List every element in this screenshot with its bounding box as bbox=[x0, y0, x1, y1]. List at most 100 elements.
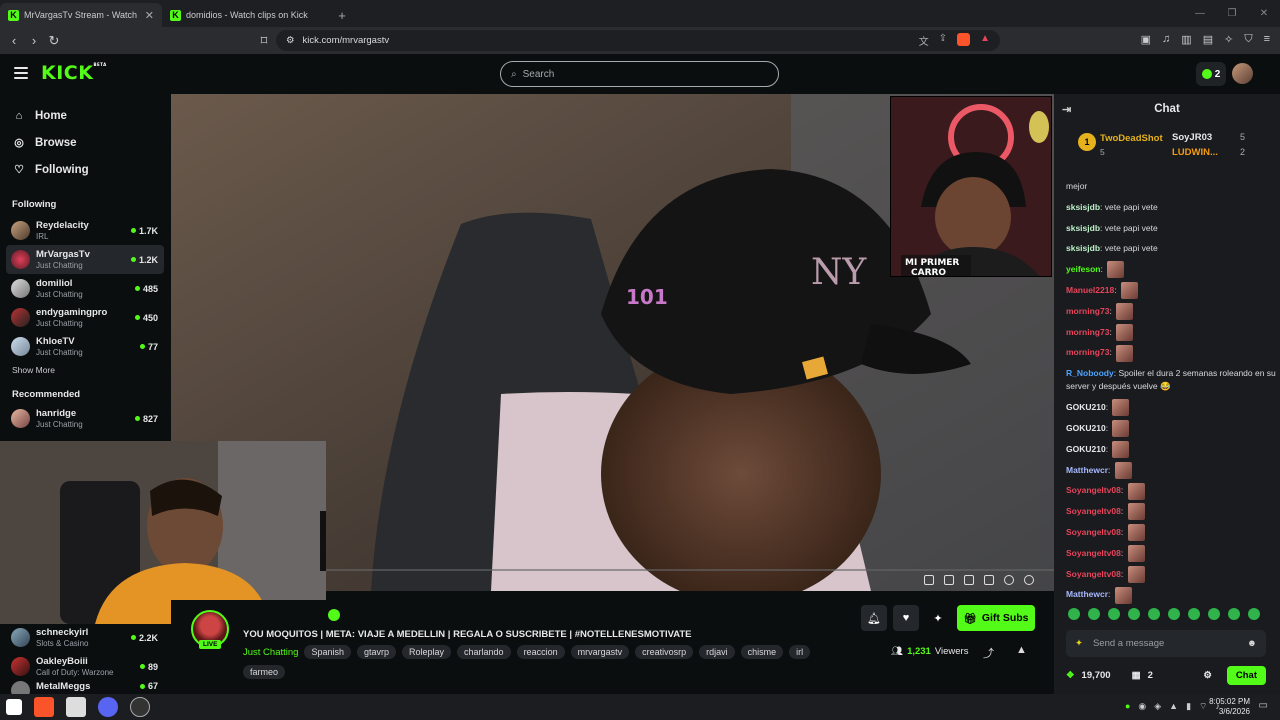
tray-icon[interactable]: ● bbox=[1125, 701, 1130, 712]
sidebar-toggle-icon[interactable]: ▥ bbox=[1181, 33, 1191, 46]
emoji-picker-icon[interactable]: ☻ bbox=[1247, 638, 1257, 649]
close-window-icon[interactable]: ✕ bbox=[1248, 0, 1280, 26]
windows-start-icon[interactable] bbox=[6, 699, 22, 715]
chat-username[interactable]: yeifeson bbox=[1066, 264, 1101, 274]
stream-tag[interactable]: charlando bbox=[457, 645, 511, 659]
kick-logo[interactable]: KICKBETA bbox=[41, 62, 107, 84]
brave-icon[interactable] bbox=[34, 697, 54, 717]
file-explorer-icon[interactable] bbox=[66, 697, 86, 717]
nav-following[interactable]: ♡ Following bbox=[0, 156, 170, 183]
kicks-balance[interactable]: 2 bbox=[1196, 62, 1226, 86]
sidebar-channel[interactable]: KhloeTV Just Chatting 77 bbox=[0, 332, 170, 361]
discord-icon[interactable] bbox=[98, 697, 118, 717]
chat-username[interactable]: Soyangeltv08 bbox=[1066, 527, 1121, 537]
forward-icon[interactable]: › bbox=[24, 33, 44, 48]
chat-username[interactable]: Soyangeltv08 bbox=[1066, 569, 1121, 579]
theater-icon[interactable] bbox=[964, 575, 974, 585]
sidebar-channel[interactable]: domiliol Just Chatting 485 bbox=[0, 274, 170, 303]
emote-icon[interactable] bbox=[1148, 608, 1160, 620]
emote-icon[interactable] bbox=[1228, 608, 1240, 620]
points-balance[interactable]: 19,700 bbox=[1082, 670, 1111, 681]
sidebar-channel[interactable]: schneckyirl Slots & Casino 2.2K bbox=[0, 623, 170, 652]
emote-icon[interactable] bbox=[1248, 608, 1260, 620]
nav-home[interactable]: ⌂ Home bbox=[0, 102, 170, 129]
chat-emote-icon[interactable] bbox=[1114, 461, 1132, 479]
chat-username[interactable]: GOKU210 bbox=[1066, 402, 1106, 412]
menu-icon[interactable] bbox=[14, 67, 28, 79]
chat-emote-icon[interactable] bbox=[1114, 586, 1132, 604]
chat-username[interactable]: sksisjdb bbox=[1066, 202, 1100, 212]
leader-name[interactable]: SoyJR03 bbox=[1172, 132, 1212, 143]
chat-username[interactable]: Matthewcr bbox=[1066, 465, 1108, 475]
share-icon[interactable]: ⇪ bbox=[939, 33, 947, 48]
chat-emote-icon[interactable] bbox=[1112, 441, 1130, 459]
emote-icon[interactable] bbox=[1068, 608, 1080, 620]
stream-tag[interactable]: reaccion bbox=[516, 645, 565, 659]
reload-icon[interactable]: ↻ bbox=[44, 33, 64, 49]
chat-emote-icon[interactable] bbox=[1107, 261, 1125, 279]
chat-emote-icon[interactable] bbox=[1127, 503, 1145, 521]
menu-icon[interactable]: ≡ bbox=[1264, 33, 1270, 46]
maximize-icon[interactable]: ❐ bbox=[1216, 0, 1248, 26]
chat-username[interactable]: GOKU210 bbox=[1066, 444, 1106, 454]
chat-emote-icon[interactable] bbox=[1120, 282, 1138, 300]
leader-name[interactable]: LUDWIN... bbox=[1172, 147, 1218, 158]
chat-settings-icon[interactable]: ⚙ bbox=[1203, 670, 1212, 681]
screenshot-icon[interactable]: ▣ bbox=[1141, 33, 1151, 46]
miniplayer-icon[interactable] bbox=[944, 575, 954, 585]
stream-tag[interactable]: rdjavi bbox=[699, 645, 735, 659]
fullscreen-icon[interactable] bbox=[984, 575, 994, 585]
bookmark-icon[interactable]: ⌑ bbox=[254, 33, 274, 49]
tray-icon[interactable]: ▲ bbox=[1169, 701, 1178, 712]
chat-username[interactable]: Soyangeltv08 bbox=[1066, 548, 1121, 558]
emote-icon[interactable] bbox=[1188, 608, 1200, 620]
notifications-icon[interactable]: ▭ bbox=[1259, 700, 1268, 711]
chat-username[interactable]: sksisjdb bbox=[1066, 243, 1100, 253]
chat-username[interactable]: sksisjdb bbox=[1066, 223, 1100, 233]
stream-tag[interactable]: mrvargastv bbox=[570, 645, 630, 659]
gear-icon[interactable] bbox=[1024, 575, 1034, 585]
chat-username[interactable]: morning73 bbox=[1066, 347, 1109, 357]
translate-icon[interactable]: 文 bbox=[919, 33, 929, 48]
stream-tag[interactable]: farmeo bbox=[243, 665, 286, 679]
chat-username[interactable]: morning73 bbox=[1066, 306, 1109, 316]
chat-input[interactable]: ✦ Send a message ☻ bbox=[1066, 630, 1266, 657]
chat-emote-icon[interactable] bbox=[1116, 344, 1134, 362]
chat-emote-icon[interactable] bbox=[1116, 303, 1134, 321]
share-icon[interactable]: ⤴ bbox=[983, 645, 994, 661]
stream-tag[interactable]: gtavrp bbox=[356, 645, 396, 659]
close-tab-icon[interactable]: ✕ bbox=[145, 9, 154, 22]
sidebar-channel[interactable]: hanridge Just Chatting 827 bbox=[0, 404, 170, 433]
emote-icon[interactable] bbox=[1128, 608, 1140, 620]
sidebar-channel-selected[interactable]: MrVargasTv Just Chatting 1.2K bbox=[6, 245, 164, 274]
stream-tag[interactable]: Roleplay bbox=[402, 645, 452, 659]
minimize-icon[interactable]: — bbox=[1184, 0, 1216, 26]
chat-emote-icon[interactable] bbox=[1116, 323, 1134, 341]
nav-browse[interactable]: ◎ Browse bbox=[0, 129, 170, 156]
sidebar-channel[interactable]: OakleyBoiii Call of Duty: Warzone 89 bbox=[0, 652, 170, 681]
sparkle-button[interactable]: ✦ bbox=[925, 605, 951, 631]
emote-icon[interactable] bbox=[1088, 608, 1100, 620]
leo-icon[interactable]: ✧ bbox=[1224, 33, 1233, 46]
settings-icon[interactable] bbox=[1004, 575, 1014, 585]
stream-tag[interactable]: Spanish bbox=[304, 645, 351, 659]
brave-rewards-icon[interactable]: ▲ bbox=[980, 33, 990, 48]
sidebar-channel[interactable]: Reydelacity IRL 1.7K bbox=[0, 216, 170, 245]
tray-icon[interactable]: ◈ bbox=[1154, 701, 1161, 712]
search-input[interactable]: ⌕ Search bbox=[500, 61, 779, 87]
pip-icon[interactable] bbox=[924, 575, 934, 585]
browser-tab[interactable]: K domidios - Watch clips on Kick bbox=[162, 3, 324, 27]
browser-tab-active[interactable]: K MrVargasTv Stream - Watch L ✕ bbox=[0, 3, 162, 27]
brave-shield-icon[interactable] bbox=[957, 33, 971, 46]
vpn-icon[interactable]: ⛉ bbox=[1244, 33, 1252, 46]
chat-emote-icon[interactable] bbox=[1112, 399, 1130, 417]
chat-send-button[interactable]: Chat bbox=[1226, 665, 1266, 685]
chat-emote-icon[interactable] bbox=[1127, 524, 1145, 542]
wallet-icon[interactable]: ▤ bbox=[1203, 33, 1213, 46]
tray-icon[interactable]: ▮ bbox=[1186, 701, 1191, 712]
collapse-chat-icon[interactable]: ⇥ bbox=[1062, 103, 1071, 116]
report-icon[interactable]: ▲ bbox=[1016, 644, 1027, 656]
chat-emote-icon[interactable] bbox=[1127, 565, 1145, 583]
new-tab-icon[interactable]: + bbox=[332, 3, 352, 27]
sparkle-icon[interactable]: ✦ bbox=[1075, 638, 1083, 649]
